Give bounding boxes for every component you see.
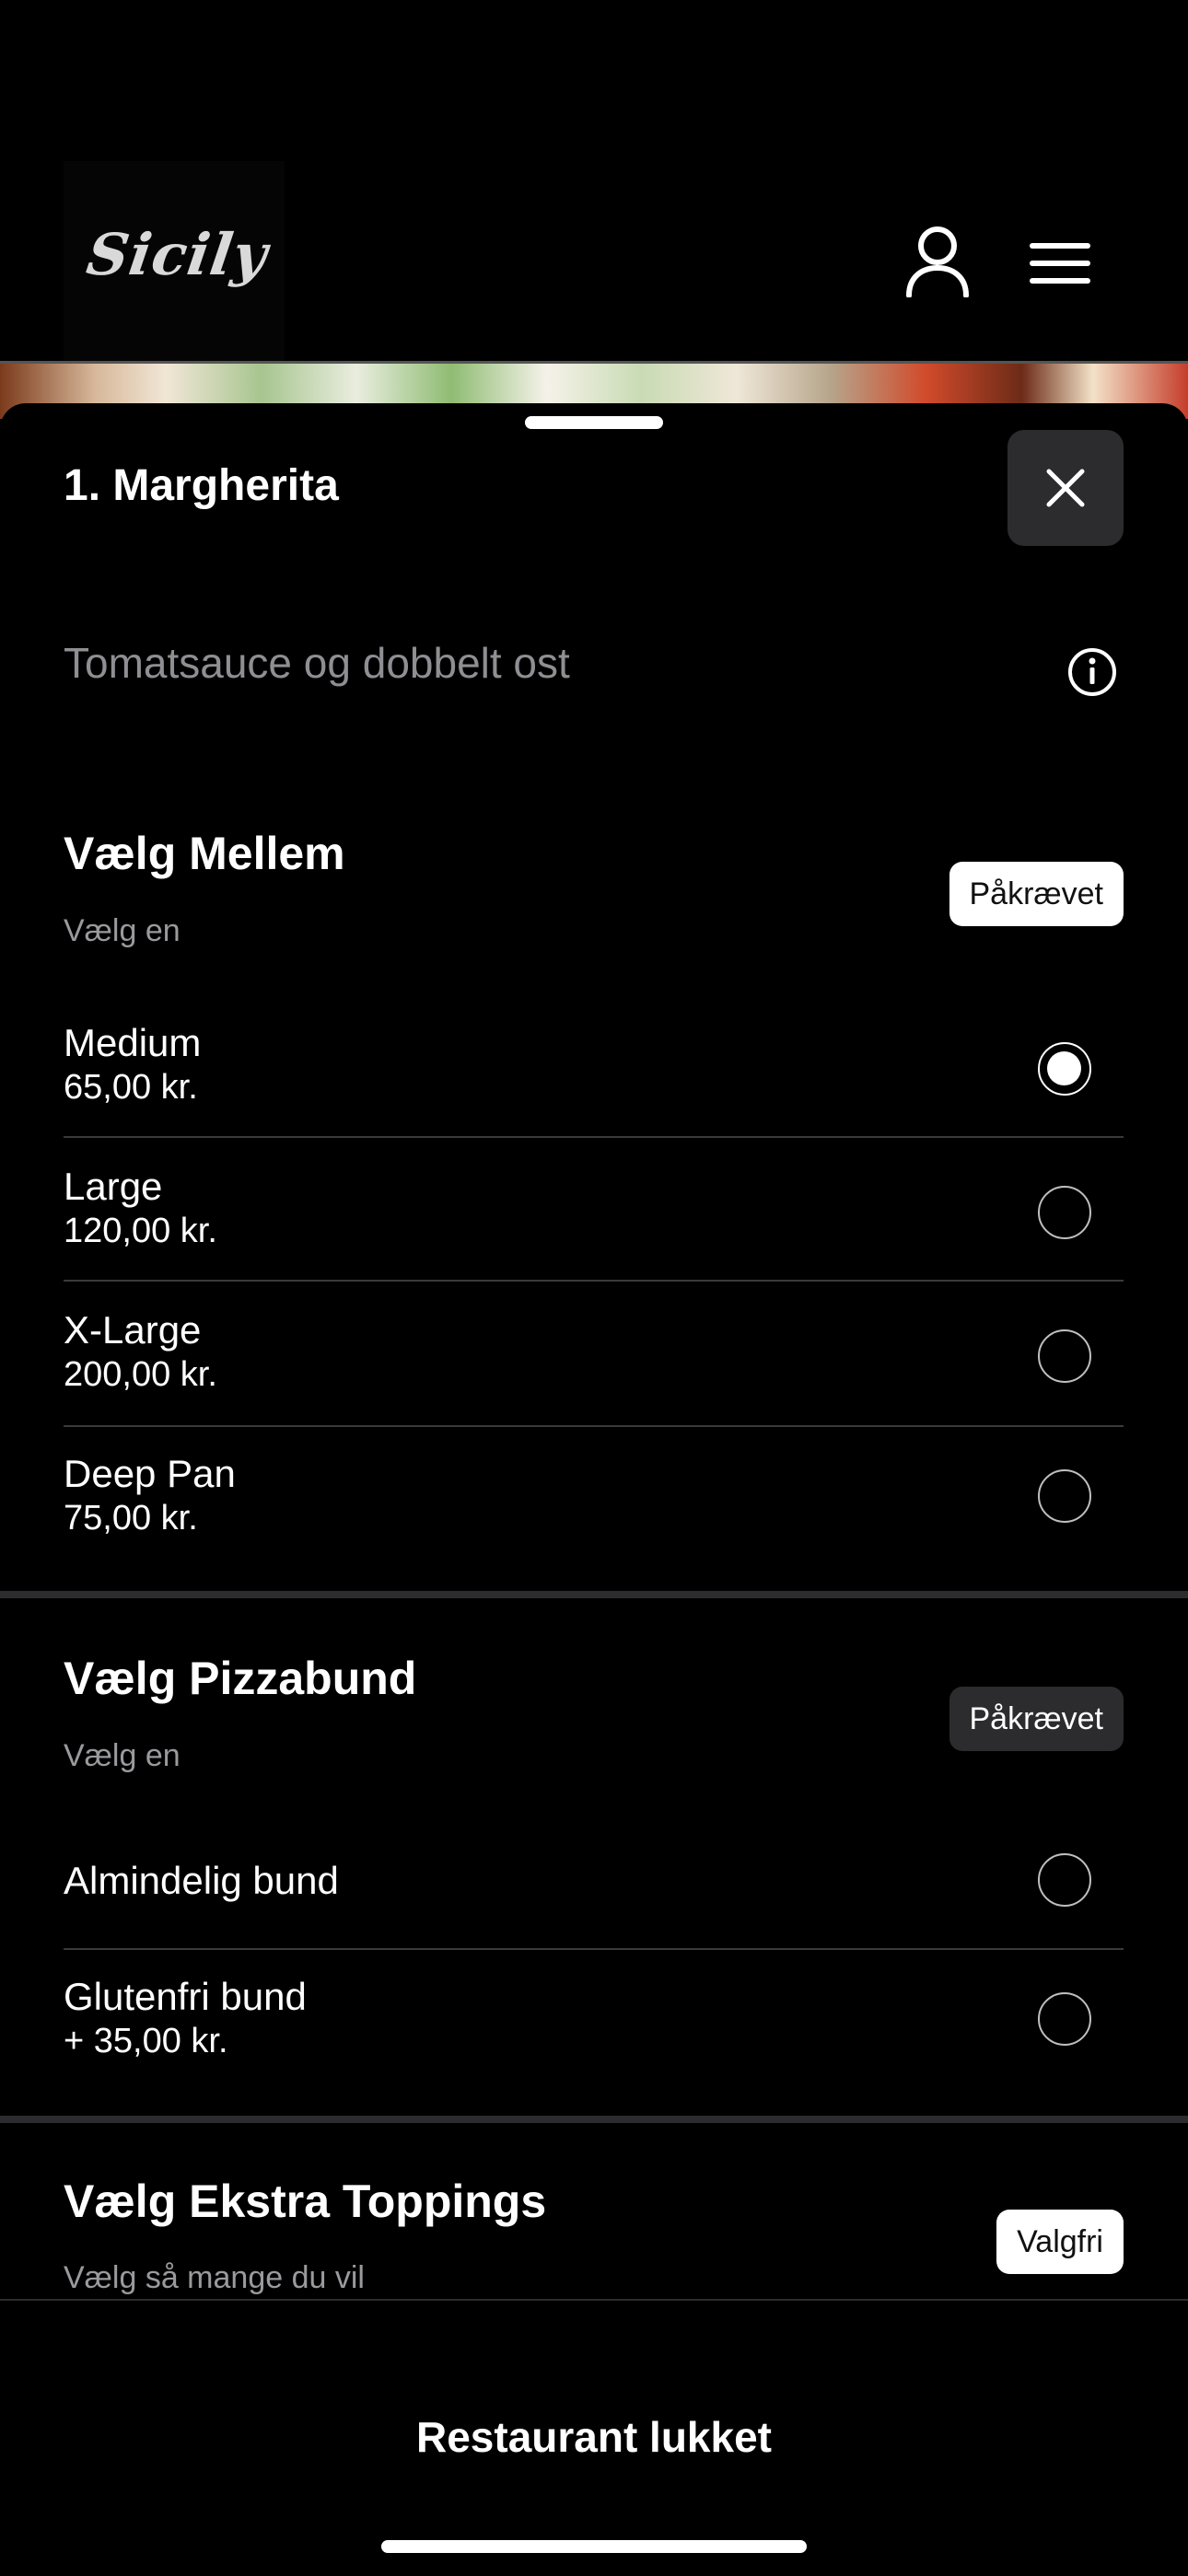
option-deep-pan[interactable]: Deep Pan 75,00 kr.: [64, 1451, 1124, 1539]
section-title-size: Vælg Mellem: [64, 828, 345, 879]
section-separator: [0, 2116, 1188, 2123]
option-gluten-free-crust[interactable]: Glutenfri bund + 35,00 kr.: [64, 1974, 1124, 2062]
radio-button[interactable]: [1038, 1186, 1091, 1239]
radio-button[interactable]: [1038, 1992, 1091, 2046]
option-name: Large: [64, 1165, 163, 1208]
option-price: 65,00 kr.: [64, 1068, 198, 1107]
menu-icon[interactable]: [1030, 241, 1090, 285]
optional-badge: Valgfri: [996, 2210, 1124, 2274]
option-price: 200,00 kr.: [64, 1355, 217, 1394]
option-name: Glutenfri bund: [64, 1975, 307, 2018]
option-x-large[interactable]: X-Large 200,00 kr.: [64, 1307, 1124, 1396]
radio-button[interactable]: [1038, 1329, 1091, 1383]
section-separator: [0, 1591, 1188, 1598]
restaurant-status: Restaurant lukket: [415, 2413, 772, 2461]
divider: [64, 1136, 1124, 1138]
option-price: 120,00 kr.: [64, 1212, 217, 1250]
close-icon: [1046, 469, 1085, 507]
section-title-toppings: Vælg Ekstra Toppings: [64, 2176, 547, 2227]
section-subtitle-toppings: Vælg så mange du vil: [64, 2260, 365, 2295]
home-indicator[interactable]: [381, 2540, 807, 2553]
user-icon[interactable]: [905, 226, 970, 297]
required-badge: Påkrævet: [949, 1687, 1124, 1751]
required-badge: Påkrævet: [949, 862, 1124, 926]
option-name: Medium: [64, 1021, 202, 1064]
option-name: Almindelig bund: [64, 1859, 339, 1902]
option-name: Deep Pan: [64, 1452, 236, 1495]
radio-button[interactable]: [1038, 1853, 1091, 1907]
sheet-grabber[interactable]: [525, 416, 663, 429]
option-medium[interactable]: Medium 65,00 kr.: [64, 1020, 1124, 1108]
option-name: X-Large: [64, 1308, 202, 1352]
divider: [64, 1948, 1124, 1950]
divider: [64, 1425, 1124, 1427]
product-description: Tomatsauce og dobbelt ost: [64, 639, 570, 687]
radio-button[interactable]: [1038, 1469, 1091, 1523]
radio-button-selected[interactable]: [1038, 1042, 1091, 1096]
close-button[interactable]: [1007, 430, 1124, 546]
option-price: + 35,00 kr.: [64, 2022, 228, 2060]
logo[interactable]: Sicily: [83, 221, 272, 288]
divider: [64, 1280, 1124, 1282]
option-large[interactable]: Large 120,00 kr.: [64, 1164, 1124, 1252]
option-price: 75,00 kr.: [64, 1499, 198, 1537]
section-title-crust: Vælg Pizzabund: [64, 1653, 417, 1704]
section-subtitle-size: Vælg en: [64, 913, 181, 948]
section-subtitle-crust: Vælg en: [64, 1738, 181, 1773]
option-regular-crust[interactable]: Almindelig bund: [64, 1853, 1124, 1907]
product-title: 1. Margherita: [64, 461, 339, 510]
info-icon[interactable]: [1067, 647, 1117, 697]
